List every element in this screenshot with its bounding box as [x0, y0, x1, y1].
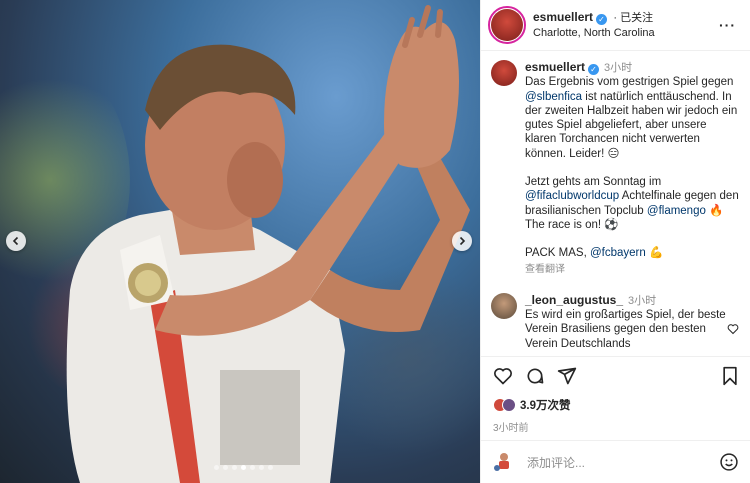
caption-text: Das Ergebnis vom gestrigen Spiel gegen — [525, 76, 734, 89]
caption-text: Jetzt gehts am Sonntag im — [525, 176, 662, 189]
mention-link[interactable]: @flamengo — [647, 205, 706, 217]
emoji-icon[interactable] — [719, 452, 739, 472]
heart-icon[interactable] — [493, 366, 513, 386]
player-illustration — [66, 5, 470, 483]
post-location[interactable]: Charlotte, North Carolina — [533, 26, 655, 41]
author-avatar[interactable] — [491, 60, 517, 86]
carousel-dot — [250, 465, 255, 470]
post-timestamp: 3小时前 — [493, 423, 529, 434]
post-side-panel: esmuellert ✓ · 已关注 Charlotte, North Carol… — [480, 0, 750, 483]
comment-text: Es wird ein großartiges Spiel, der beste… — [525, 309, 726, 350]
post-actions: 3.9万次赞 3小时前 — [481, 356, 750, 434]
post-photo[interactable] — [0, 0, 480, 483]
carousel-indicator — [214, 465, 273, 470]
carousel-dot — [232, 465, 237, 470]
user-avatar-icon — [494, 453, 509, 471]
liker-avatar — [502, 398, 516, 412]
bookmark-icon[interactable] — [721, 366, 739, 386]
comment-item: _leon_augustus_ 3小时 Es wird ein großartig… — [491, 292, 741, 351]
follow-status[interactable]: · 已关注 — [613, 12, 653, 24]
mention-link[interactable]: @fifaclubworldcup — [525, 190, 619, 202]
author-avatar[interactable] — [488, 6, 526, 44]
see-translation-link[interactable]: 查看翻译 — [525, 263, 741, 277]
caption-text: PACK MAS, — [525, 247, 590, 260]
carousel-dot — [241, 465, 246, 470]
likes-count[interactable]: 3.9万次赞 — [520, 397, 571, 413]
mention-link[interactable]: @fcbayern — [590, 247, 646, 259]
caption-author[interactable]: esmuellert — [525, 60, 585, 74]
post-caption: esmuellert ✓ 3小时 Das Ergebnis vom gestrige… — [491, 60, 741, 277]
comment-input[interactable]: 添加评论... — [527, 454, 585, 471]
verified-badge-icon: ✓ — [588, 64, 600, 75]
verified-badge-icon: ✓ — [596, 13, 608, 25]
mention-link[interactable]: @slbenfica — [525, 91, 582, 103]
more-options-icon[interactable]: ··· — [719, 17, 736, 33]
carousel-dot — [259, 465, 264, 470]
comments-list[interactable]: esmuellert ✓ 3小时 Das Ergebnis vom gestrige… — [481, 52, 750, 354]
caption-time: 3小时 — [604, 62, 633, 74]
chevron-left-icon — [12, 236, 19, 246]
commenter-username[interactable]: _leon_augustus_ — [525, 293, 623, 307]
carousel-dot — [223, 465, 228, 470]
chevron-right-icon — [459, 236, 466, 246]
like-comment-heart-icon[interactable] — [727, 323, 739, 335]
carousel-dot — [214, 465, 219, 470]
carousel-dot — [268, 465, 273, 470]
post-header: esmuellert ✓ · 已关注 Charlotte, North Carol… — [481, 0, 750, 51]
commenter-avatar[interactable] — [491, 292, 517, 319]
comment-time: 3小时 — [628, 294, 657, 307]
previous-slide-button[interactable] — [6, 231, 26, 251]
add-comment-bar: 添加评论... — [481, 440, 750, 483]
caption-text: 💪 — [645, 247, 664, 260]
likes-summary[interactable]: 3.9万次赞 — [493, 397, 739, 413]
share-icon[interactable] — [557, 366, 577, 386]
author-username[interactable]: esmuellert — [533, 10, 593, 24]
next-slide-button[interactable] — [452, 231, 472, 251]
comment-icon[interactable] — [525, 366, 545, 386]
